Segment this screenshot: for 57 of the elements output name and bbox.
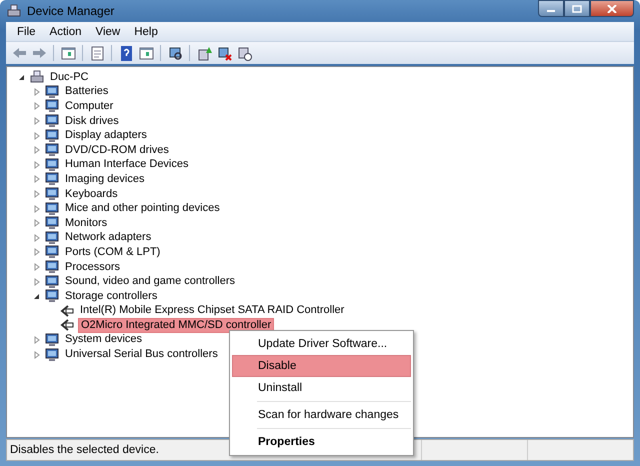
- tree-item[interactable]: Monitors: [63, 216, 110, 230]
- minimize-button[interactable]: [538, 0, 564, 17]
- device-icon: [44, 332, 60, 347]
- device-icon: [44, 99, 60, 114]
- close-icon: [607, 4, 617, 12]
- device-icon: [44, 274, 60, 289]
- tree-item[interactable]: Network adapters: [63, 231, 154, 244]
- menu-item[interactable]: Disable: [232, 355, 411, 377]
- tree-item[interactable]: Disk drives: [63, 114, 121, 128]
- device-icon: [44, 289, 60, 304]
- menu-item[interactable]: Scan for hardware changes: [232, 404, 411, 426]
- device-icon: [44, 202, 60, 216]
- device-icon: [44, 348, 60, 362]
- device-icon: [44, 230, 60, 245]
- menu-item[interactable]: Uninstall: [232, 377, 411, 399]
- tree-item[interactable]: Storage controllers: [63, 290, 160, 303]
- computer-icon: [29, 70, 45, 84]
- app-icon: [6, 4, 22, 18]
- close-button[interactable]: [590, 0, 634, 17]
- menu-item[interactable]: Update Driver Software...: [232, 333, 411, 355]
- tree-item[interactable]: Processors: [63, 260, 122, 274]
- menu-item[interactable]: View: [88, 26, 128, 38]
- controller-icon: [59, 318, 75, 332]
- device-icon: [44, 260, 60, 274]
- tree-item[interactable]: Imaging devices: [63, 172, 146, 186]
- tree-item[interactable]: Duc-PC: [48, 70, 91, 84]
- maximize-icon: [572, 4, 582, 12]
- menu-item[interactable]: File: [10, 26, 43, 38]
- tree-item[interactable]: Sound, video and game controllers: [63, 275, 237, 288]
- tree-item[interactable]: Mice and other pointing devices: [63, 202, 222, 216]
- tree-item[interactable]: Computer: [63, 100, 116, 113]
- device-icon: [44, 216, 60, 230]
- maximize-button[interactable]: [564, 0, 590, 17]
- tree-item[interactable]: Batteries: [63, 85, 110, 98]
- tree-item[interactable]: Universal Serial Bus controllers: [63, 348, 220, 362]
- device-icon: [44, 143, 60, 158]
- status-text: Disables the selected device.: [9, 444, 160, 456]
- device-icon: [44, 158, 60, 172]
- device-icon: [44, 114, 60, 128]
- tree-item[interactable]: System devices: [63, 333, 144, 346]
- menu-item[interactable]: Help: [127, 26, 165, 38]
- tree-item[interactable]: O2Micro Integrated MMC/SD controller: [78, 318, 274, 333]
- tree-item[interactable]: Human Interface Devices: [63, 158, 190, 172]
- tree-item[interactable]: Display adapters: [63, 129, 149, 142]
- device-icon: [44, 84, 60, 99]
- controller-icon: [59, 304, 75, 318]
- device-icon: [44, 187, 60, 202]
- tree-item[interactable]: Intel(R) Mobile Express Chipset SATA RAID Controller: [78, 304, 346, 318]
- tree-item[interactable]: DVD/CD-ROM drives: [63, 144, 171, 157]
- menu-item[interactable]: Properties: [232, 431, 411, 453]
- device-icon: [44, 245, 60, 260]
- tree-item[interactable]: Ports (COM & LPT): [63, 246, 162, 259]
- window-title: Device Manager: [27, 4, 114, 18]
- device-icon: [44, 128, 60, 143]
- device-icon: [44, 172, 60, 186]
- tree-item[interactable]: Keyboards: [63, 188, 120, 201]
- menu-item[interactable]: Action: [42, 26, 88, 38]
